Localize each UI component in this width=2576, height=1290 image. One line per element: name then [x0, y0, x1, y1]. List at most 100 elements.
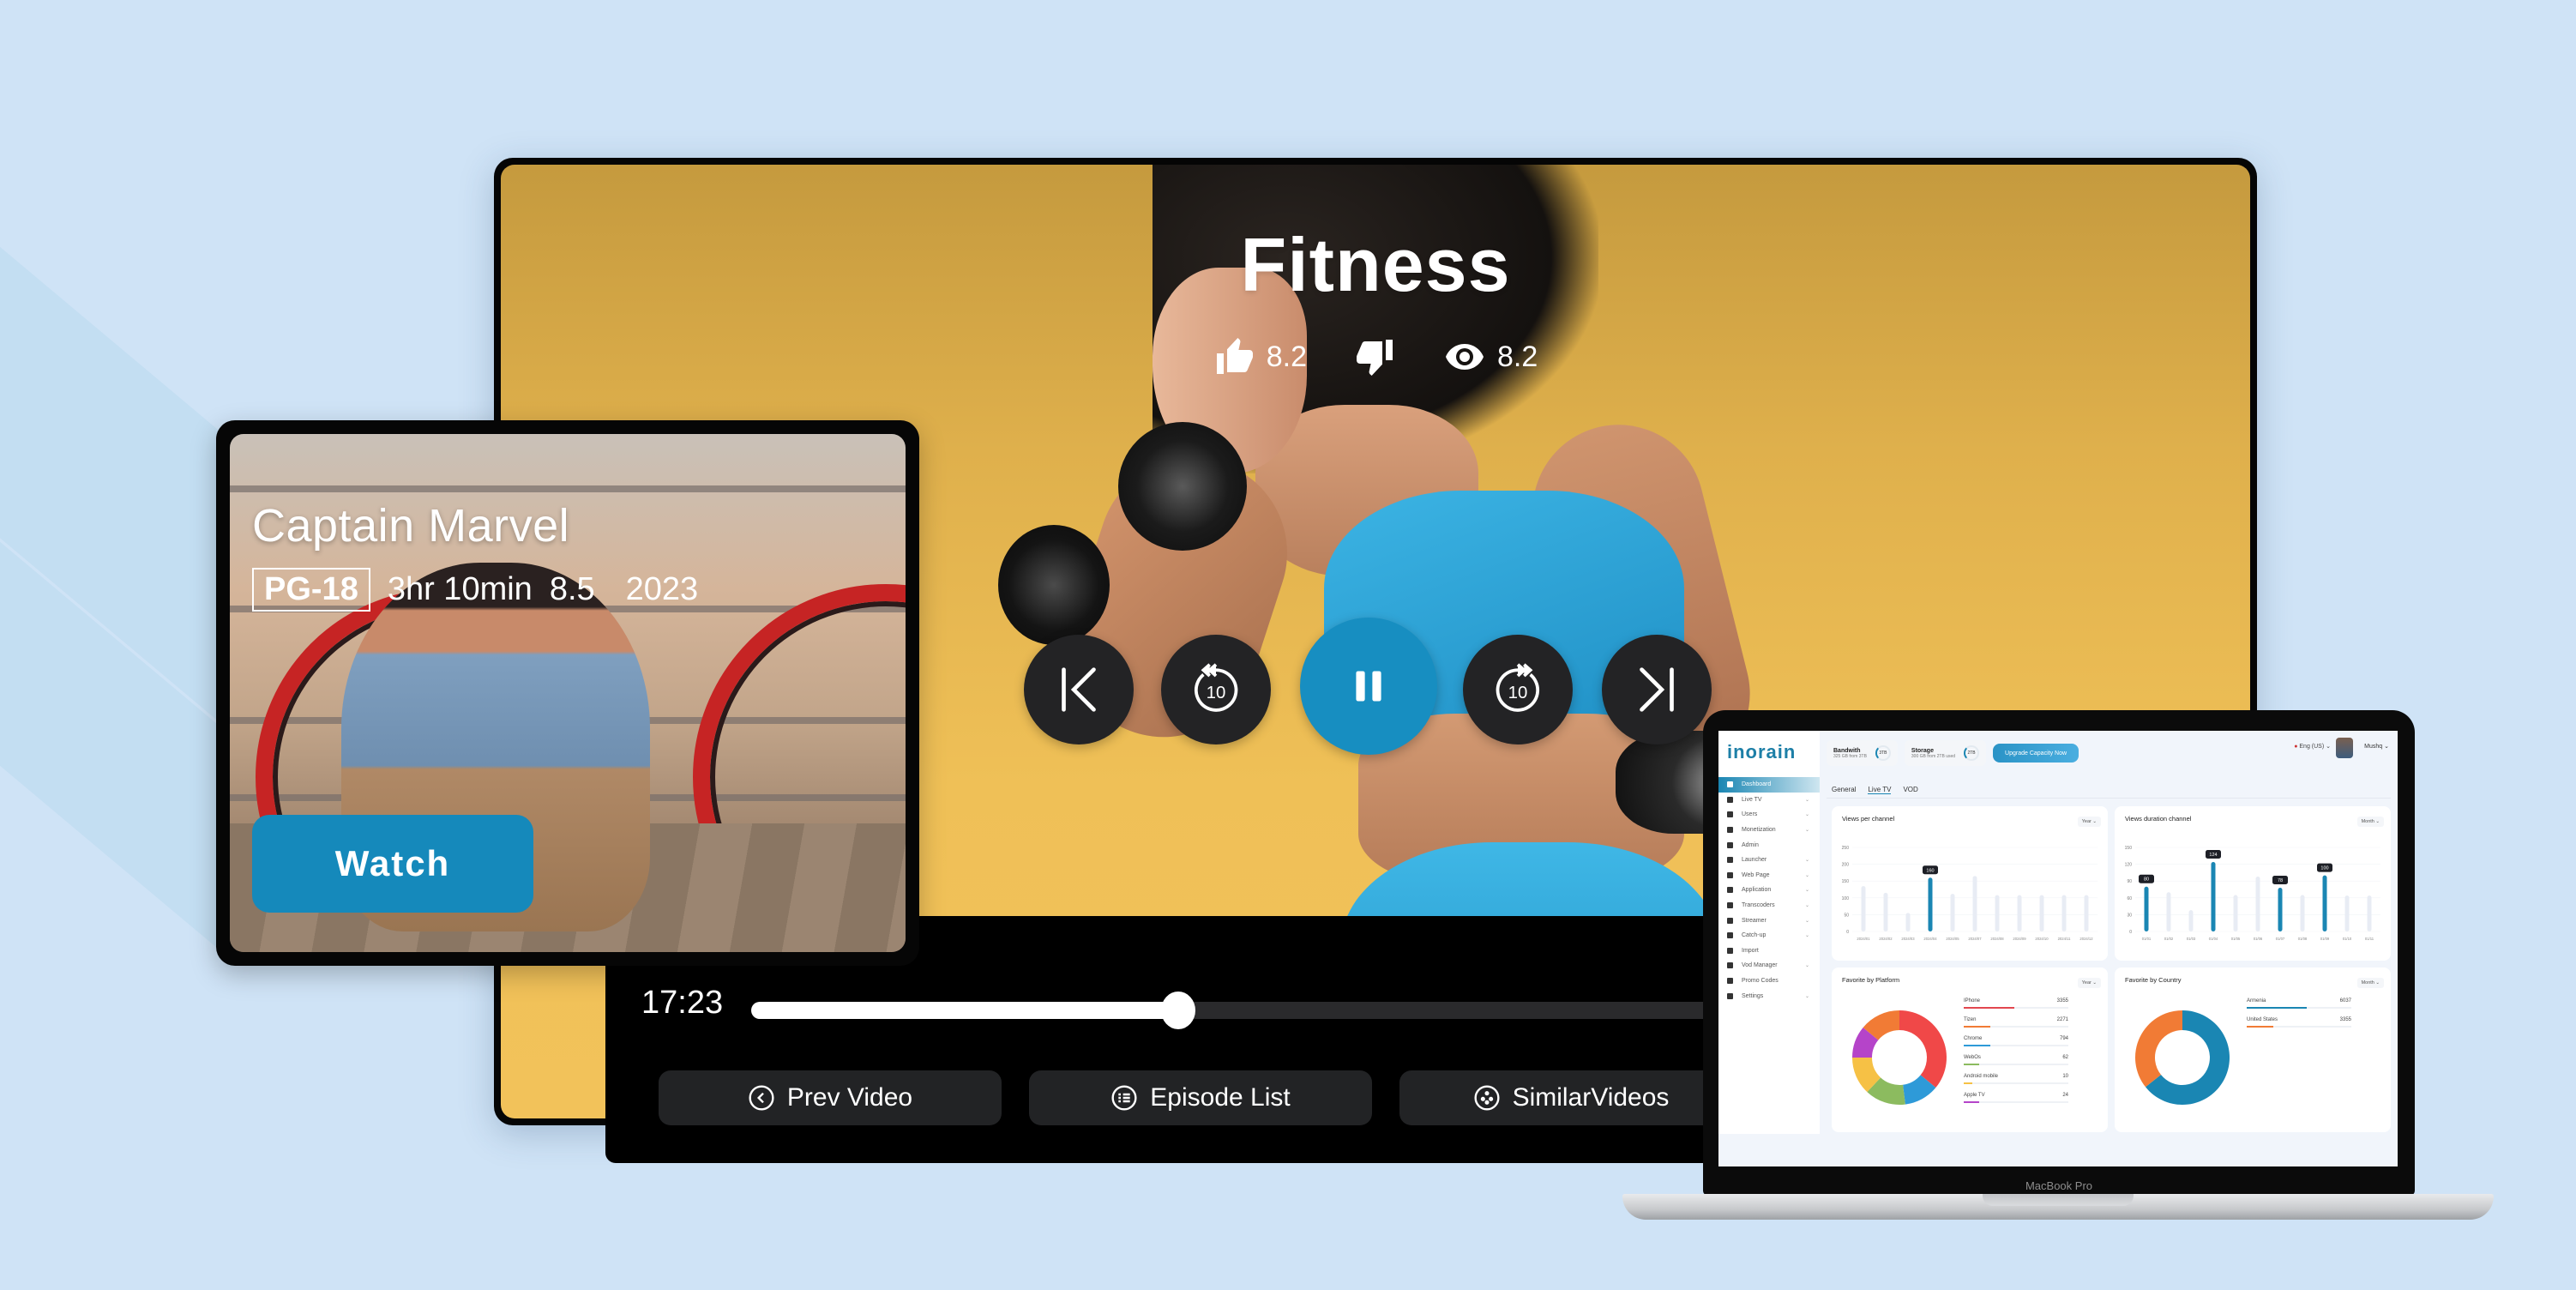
sidebar-item[interactable]: Users ⌄	[1718, 807, 1820, 823]
chevron-down-icon: ⌄	[1804, 888, 1809, 894]
period-value: Month	[2361, 819, 2374, 824]
language-label: Eng (US)	[2299, 744, 2325, 750]
x-tick-label: 01/02	[2164, 937, 2174, 941]
sidebar-item[interactable]: Import	[1718, 943, 1820, 959]
chart-title: Favorite by Country	[2125, 976, 2182, 984]
user-menu[interactable]: Mushq ⌄	[2364, 743, 2389, 750]
chevron-down-icon: ⌄	[1804, 933, 1809, 939]
bar	[1861, 886, 1866, 931]
platform-donut-chart	[1852, 1010, 1947, 1105]
forward-10-button[interactable]: 10	[1463, 635, 1573, 744]
movie-meta: PG-18 3hr 10min 8.5 2023	[252, 568, 698, 612]
legend-track	[2247, 1026, 2351, 1028]
bar	[2211, 861, 2216, 931]
x-tick-label: 2024/05	[1946, 937, 1959, 941]
legend-row: Tizen 2271	[1964, 1017, 2068, 1036]
sidebar-item[interactable]: Monetization ⌄	[1718, 823, 1820, 838]
similar-circle-icon	[1474, 1085, 1500, 1111]
legend-value: 62	[2062, 1055, 2068, 1060]
rail-decoration	[230, 485, 906, 492]
episode-list-button[interactable]: Episode List	[1029, 1070, 1372, 1125]
avatar[interactable]	[2336, 738, 2353, 758]
sidebar-item[interactable]: Live TV ⌄	[1718, 793, 1820, 808]
sidebar-item[interactable]: Launcher ⌄	[1718, 853, 1820, 868]
rewind-10-button[interactable]: 10	[1161, 635, 1271, 744]
donut-slice	[2135, 1010, 2182, 1088]
sidebar-item[interactable]: Web Page ⌄	[1718, 868, 1820, 883]
sidebar-nav: Dashboard Live TV ⌄ Users ⌄ Monetization ⌄ Admi…	[1718, 777, 1820, 1004]
x-tick-label: 01/04	[2209, 937, 2218, 941]
legend-value: 3355	[2056, 998, 2068, 1004]
x-tick-label: 2024/02	[1879, 937, 1893, 941]
similar-videos-label: SimilarVideos	[1512, 1083, 1670, 1112]
nav-icon	[1727, 811, 1733, 818]
skip-previous-button[interactable]	[1024, 635, 1134, 744]
period-select[interactable]: Month ⌄	[2356, 817, 2384, 827]
similar-videos-button[interactable]: SimilarVideos	[1399, 1070, 1742, 1125]
sidebar-item[interactable]: Admin	[1718, 837, 1820, 853]
chevron-down-icon: ⌄	[1804, 918, 1809, 924]
legend-label: United States	[2247, 1017, 2278, 1022]
period-select[interactable]: Year ⌄	[2077, 817, 2101, 827]
legend-row: Android mobile 10	[1964, 1074, 2068, 1093]
sidebar-item[interactable]: Vod Manager ⌄	[1718, 958, 1820, 974]
bar	[1972, 876, 1977, 931]
language-selector[interactable]: ● Eng (US) ⌄	[2294, 743, 2331, 750]
laptop-notch	[1983, 1194, 2134, 1206]
thumbs-down-icon	[1357, 340, 1393, 376]
views-per-channel-chart: 0 50 100 150 200 250 2024/01 2024/02 2024/03 2024…	[1842, 846, 2098, 941]
bar	[2017, 895, 2022, 931]
chevron-down-icon: ⌄	[1804, 903, 1809, 909]
platform-legend: IPhone 3355 Tizen 2271 Chrome 794 WebOs …	[1964, 998, 2068, 1112]
movie-duration: 3hr 10min	[387, 571, 533, 607]
episode-list-label: Episode List	[1150, 1083, 1291, 1112]
skip-next-button[interactable]	[1602, 635, 1712, 744]
sidebar-item[interactable]: Promo Codes	[1718, 974, 1820, 989]
inorain-logo: inorain	[1727, 741, 1797, 763]
period-select[interactable]: Year ⌄	[2077, 978, 2101, 988]
dashboard-topbar: Bandwith 325 GB from 3TB 3TB Storage 300…	[1827, 736, 2391, 770]
prev-video-button[interactable]: Prev Video	[659, 1070, 1002, 1125]
chevron-down-icon: ⌄	[1804, 828, 1809, 834]
watch-button[interactable]: Watch	[252, 815, 533, 913]
laptop: inorain Dashboard Live TV ⌄ Users ⌄ Monetizat…	[1703, 710, 2415, 1196]
sidebar-item-label: Live TV	[1742, 796, 1762, 803]
sidebar-item[interactable]: Catch-up ⌄	[1718, 928, 1820, 943]
like-stat[interactable]: 8.2	[1213, 336, 1307, 377]
bandwidth-title: Bandwith	[1833, 747, 1861, 754]
sidebar-item[interactable]: Application ⌄	[1718, 883, 1820, 898]
bar	[2061, 895, 2067, 931]
svg-text:10: 10	[1508, 684, 1528, 702]
y-tick-label: 150	[1842, 879, 1850, 884]
video-title: Fitness	[1240, 222, 1511, 307]
tab[interactable]: Live TV	[1868, 786, 1892, 794]
bandwidth-ring: 3TB	[1875, 745, 1891, 761]
sidebar-item-label: Streamer	[1742, 917, 1766, 924]
tab[interactable]: VOD	[1903, 786, 1917, 794]
sidebar-item[interactable]: Transcoders ⌄	[1718, 898, 1820, 913]
y-tick-label: 200	[1842, 863, 1850, 868]
legend-row: IPhone 3355	[1964, 998, 2068, 1017]
progress-handle[interactable]	[1161, 992, 1195, 1029]
period-select[interactable]: Month ⌄	[2356, 978, 2384, 988]
sidebar-item[interactable]: Settings ⌄	[1718, 988, 1820, 1004]
pause-button[interactable]	[1300, 618, 1437, 755]
bar	[2300, 895, 2305, 931]
prev-video-label: Prev Video	[786, 1083, 913, 1112]
bar	[2278, 888, 2283, 931]
x-tick-label: 01/01	[2142, 937, 2152, 941]
bar	[1950, 894, 1955, 931]
sidebar-item[interactable]: Dashboard	[1718, 777, 1820, 793]
tab[interactable]: General	[1832, 786, 1856, 794]
chevron-down-icon: ⌄	[1804, 797, 1809, 803]
upgrade-capacity-button[interactable]: Upgrade Capacity Now	[1993, 744, 2079, 763]
sidebar-item-label: Users	[1742, 811, 1758, 818]
x-tick-label: 01/09	[2320, 937, 2330, 941]
dislike-stat[interactable]	[1355, 336, 1396, 377]
dumbbell-image	[1118, 422, 1247, 551]
dashboard-tabs: General Live TV VOD	[1832, 786, 1918, 794]
y-tick-label: 100	[1842, 896, 1850, 901]
sidebar-item[interactable]: Streamer ⌄	[1718, 913, 1820, 928]
y-tick-label: 0	[1846, 930, 1849, 935]
progress-bar[interactable]	[751, 992, 1780, 1029]
